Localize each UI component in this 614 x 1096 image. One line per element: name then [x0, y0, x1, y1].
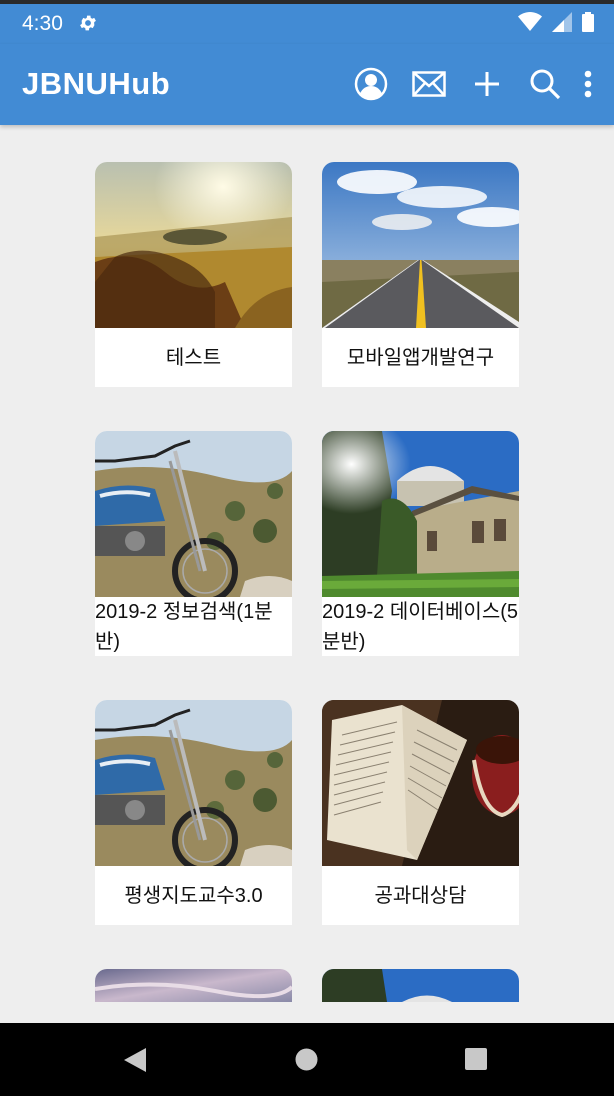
more-vert-icon[interactable] — [574, 60, 602, 108]
course-card[interactable]: 테스트 — [95, 162, 292, 387]
card-label: 모바일앱개발연구 — [346, 346, 495, 369]
signal-icon — [552, 12, 572, 37]
home-icon[interactable] — [295, 1048, 318, 1076]
mail-icon[interactable] — [400, 60, 458, 108]
card-label: 공과대상담 — [374, 884, 467, 907]
status-time: 4:30 — [22, 12, 63, 35]
battery-icon — [582, 12, 594, 37]
course-card[interactable]: 2019-2 데이터베이스(5분반) — [322, 431, 519, 656]
app-bar: JBNUHub — [0, 44, 614, 125]
profile-icon[interactable] — [342, 60, 400, 108]
course-card[interactable]: 2019-2 정보검색(1분반) — [95, 431, 292, 656]
course-card[interactable]: 모바일앱개발연구 — [322, 162, 519, 387]
card-label: 평생지도교수3.0 — [124, 884, 263, 907]
card-image — [95, 700, 292, 866]
recents-icon[interactable] — [465, 1048, 487, 1075]
course-card[interactable] — [322, 969, 519, 1002]
wifi-icon — [518, 12, 542, 37]
card-label: 2019-2 정보검색(1분반) — [95, 601, 273, 653]
course-card[interactable] — [95, 969, 292, 1002]
card-image — [95, 162, 292, 328]
card-image — [322, 969, 519, 1002]
course-card[interactable]: 평생지도교수3.0 — [95, 700, 292, 925]
add-icon[interactable] — [458, 60, 516, 108]
card-image — [95, 969, 292, 1002]
app-title: JBNUHub — [22, 66, 171, 101]
status-bar: 4:30 — [0, 0, 614, 44]
search-icon[interactable] — [516, 60, 574, 108]
system-nav-bar — [0, 1023, 614, 1096]
card-label: 2019-2 데이터베이스(5분반) — [322, 601, 519, 653]
card-image — [322, 700, 519, 866]
card-image — [95, 431, 292, 597]
settings-icon — [78, 13, 98, 38]
back-icon[interactable] — [124, 1048, 146, 1077]
course-card[interactable]: 공과대상담 — [322, 700, 519, 925]
course-grid: 테스트 모바일앱개발연구 2019-2 정보검색(1분반) 2019-2 데이터… — [0, 125, 614, 1025]
card-image — [322, 431, 519, 597]
card-image — [322, 162, 519, 328]
card-label: 테스트 — [165, 346, 222, 369]
